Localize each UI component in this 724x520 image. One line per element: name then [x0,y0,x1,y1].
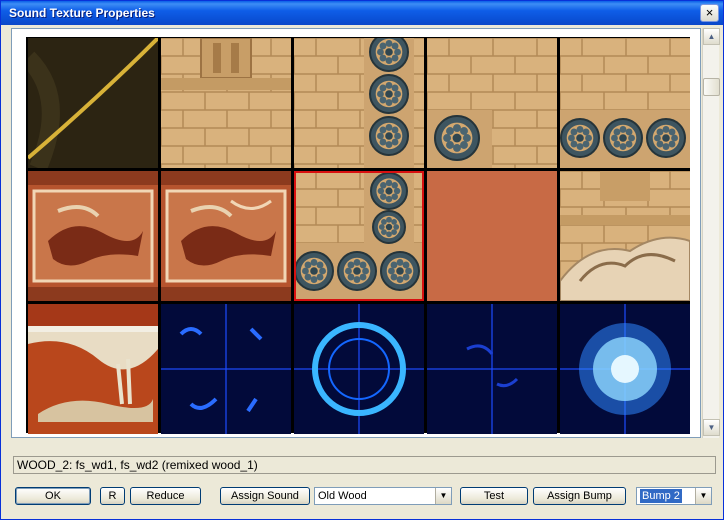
assign-sound-button[interactable]: Assign Sound [220,487,310,505]
bump-select[interactable]: Bump 2 ▼ [636,487,712,505]
scroll-down-button[interactable]: ▼ [703,419,720,436]
texture-preview-image [28,38,158,168]
chevron-down-icon[interactable]: ▼ [695,488,711,504]
tile-terracotta-solid[interactable] [427,171,557,301]
tile-sandstone-window[interactable] [161,38,291,168]
title-bar[interactable]: Sound Texture Properties × [1,1,723,25]
tile-rosette-column[interactable] [294,38,424,168]
test-button[interactable]: Test [460,487,528,505]
sound-select-value: Old Wood [318,490,367,502]
tile-blue-dark[interactable] [427,304,557,434]
reduce-button[interactable]: Reduce [130,487,201,505]
tile-dark-marble-gold-line[interactable] [28,38,158,168]
tile-blue-ring[interactable] [294,304,424,434]
texture-preview-image [560,171,690,301]
tile-rosette-junction[interactable] [294,171,424,301]
texture-preview-image [427,171,557,301]
scroll-thumb[interactable] [703,78,720,96]
ok-button[interactable]: OK [15,487,91,505]
texture-preview-image [560,38,690,168]
texture-preview-image [294,38,424,168]
texture-preview-image [294,171,424,301]
sound-select[interactable]: Old Wood ▼ [314,487,452,505]
assign-bump-button[interactable]: Assign Bump [533,487,626,505]
texture-preview-image [427,38,557,168]
texture-preview-image [161,304,291,434]
tile-carved-relief[interactable] [560,171,690,301]
vertical-scrollbar[interactable]: ▲ ▼ [702,28,720,438]
r-button[interactable]: R [100,487,125,505]
tile-sandstone-corner[interactable] [427,38,557,168]
texture-preview-image [427,304,557,434]
texture-preview-image [28,304,158,434]
texture-preview-image [161,38,291,168]
scroll-up-button[interactable]: ▲ [703,28,720,45]
dialog-client: ▲ ▼ WOOD_2: fs_wd1, fs_wd2 (remixed wood… [4,25,720,517]
close-button[interactable]: × [700,4,719,22]
window-title: Sound Texture Properties [9,6,155,20]
chevron-down-icon[interactable]: ▼ [435,488,451,504]
texture-preview-image [560,304,690,434]
tile-fresco-bull-1[interactable] [28,171,158,301]
texture-preview-image [161,171,291,301]
texture-grid [26,37,690,434]
tile-fresco-bull-2[interactable] [161,171,291,301]
tile-blue-glyphs[interactable] [161,304,291,434]
texture-preview-image [28,171,158,301]
texture-info-field: WOOD_2: fs_wd1, fs_wd2 (remixed wood_1) [13,456,716,474]
tile-blue-orb[interactable] [560,304,690,434]
dialog-window: Sound Texture Properties × ▲ ▼ WOOD_2: f… [0,0,724,520]
bump-select-value: Bump 2 [640,489,682,503]
texture-preview-image [294,304,424,434]
tile-fresco-animal[interactable] [28,304,158,434]
tile-rosette-frieze[interactable] [560,38,690,168]
texture-list-panel [11,28,701,438]
